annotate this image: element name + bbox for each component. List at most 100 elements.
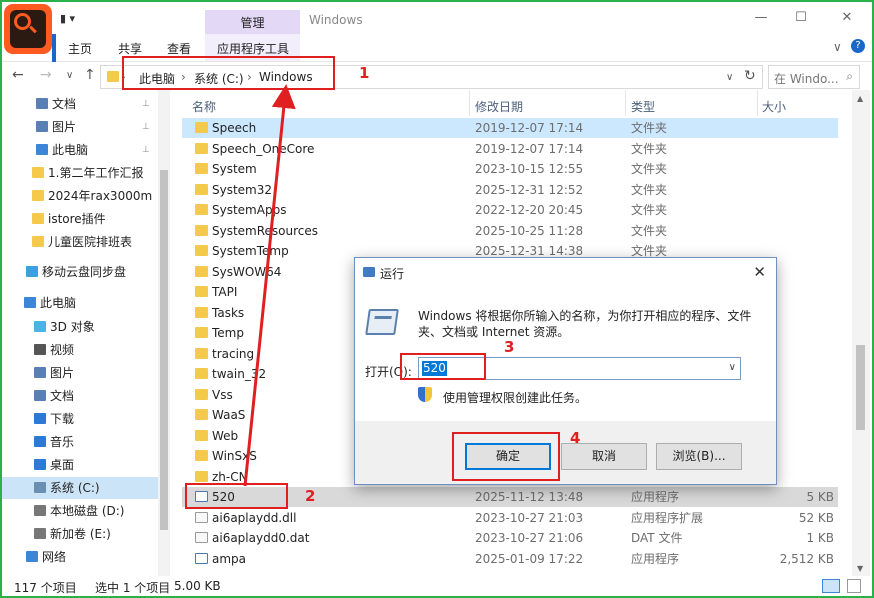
- sidebar-item[interactable]: istore插件: [2, 208, 158, 230]
- sidebar-item-label: 桌面: [50, 458, 75, 472]
- ribbon-collapse-icon[interactable]: ∨: [833, 40, 842, 54]
- details-view-icon[interactable]: [822, 579, 840, 593]
- table-row[interactable]: Speech_OneCore 2019-12-07 17:14 文件夹: [182, 139, 838, 159]
- quick-access-toolbar[interactable]: ▮ ▾: [60, 12, 75, 25]
- tab-home[interactable]: 主页: [68, 40, 92, 57]
- column-divider[interactable]: [469, 90, 470, 116]
- forward-button[interactable]: →: [40, 67, 52, 83]
- sidebar-item[interactable]: 文档: [2, 385, 158, 407]
- folder-icon: [195, 409, 208, 420]
- table-row[interactable]: System32 2025-12-31 12:52 文件夹: [182, 180, 838, 200]
- sidebar-item[interactable]: 新加卷 (E:): [2, 523, 158, 545]
- browse-button[interactable]: 浏览(B)...: [656, 443, 742, 470]
- file-date: 2019-12-07 17:14: [475, 121, 584, 135]
- column-type[interactable]: 类型: [631, 98, 655, 115]
- sidebar-item[interactable]: 视频: [2, 339, 158, 361]
- sidebar-item[interactable]: 移动云盘同步盘: [2, 261, 158, 283]
- scroll-down-icon[interactable]: ▼: [857, 564, 863, 573]
- search-icon: ⌕: [846, 69, 853, 83]
- file-size: 2,512 KB: [779, 551, 834, 566]
- location-icon: [34, 505, 46, 516]
- table-row[interactable]: ai6aplaydd.dll 2023-10-27 21:03 应用程序扩展 52 K…: [182, 508, 838, 528]
- run-dialog-close-button[interactable]: ✕: [753, 263, 766, 281]
- refresh-icon[interactable]: ↻: [744, 68, 756, 84]
- scroll-up-icon[interactable]: ▲: [857, 94, 863, 103]
- folder-icon: [32, 236, 44, 247]
- tab-view[interactable]: 查看: [167, 40, 191, 57]
- file-date: 2025-01-09 17:22: [475, 551, 584, 566]
- table-row[interactable]: System 2023-10-15 12:55 文件夹: [182, 159, 838, 179]
- sidebar-item[interactable]: 图片: [2, 362, 158, 384]
- file-date: 2025-12-31 12:52: [475, 182, 584, 197]
- recent-locations-icon[interactable]: ∨: [66, 70, 73, 81]
- folder-icon: [195, 450, 208, 461]
- sidebar-item[interactable]: 图片 ⊥: [2, 116, 158, 138]
- table-row[interactable]: SystemResources 2025-10-25 11:28 文件夹: [182, 221, 838, 241]
- annotation-number-1: 1: [359, 64, 370, 82]
- sidebar-item[interactable]: 1.第二年工作汇报: [2, 162, 158, 184]
- sidebar-item[interactable]: 此电脑: [2, 292, 158, 314]
- minimize-button[interactable]: —: [748, 10, 774, 30]
- cancel-button[interactable]: 取消: [561, 443, 647, 470]
- location-icon: [34, 482, 46, 493]
- sidebar-item[interactable]: 2024年rax3000m: [2, 185, 158, 207]
- nav-scrollbar[interactable]: [158, 90, 170, 576]
- file-name: System32: [212, 182, 273, 197]
- sidebar-item[interactable]: 文档 ⊥: [2, 93, 158, 115]
- sidebar-item[interactable]: 音乐: [2, 431, 158, 453]
- file-type: 应用程序扩展: [631, 510, 704, 525]
- folder-icon: [195, 122, 208, 133]
- screenshot-app-logo-icon: [4, 4, 52, 54]
- column-name[interactable]: 名称: [192, 98, 216, 115]
- address-dropdown-icon[interactable]: ∨: [726, 72, 733, 83]
- pin-icon[interactable]: ⊥: [142, 139, 150, 161]
- up-button[interactable]: ↑: [84, 67, 96, 83]
- column-size[interactable]: 大小: [762, 98, 786, 115]
- file-name: TAPI: [212, 285, 238, 299]
- sidebar-item[interactable]: 下载: [2, 408, 158, 430]
- annotation-box-file: [185, 483, 288, 509]
- table-row[interactable]: SystemApps 2022-12-20 20:45 文件夹: [182, 200, 838, 220]
- sidebar-item[interactable]: 桌面: [2, 454, 158, 476]
- large-icons-view-icon[interactable]: [847, 579, 861, 593]
- folder-icon: [195, 265, 208, 277]
- back-button[interactable]: ←: [12, 67, 24, 83]
- pin-icon[interactable]: ⊥: [142, 93, 150, 115]
- nav-scrollbar-thumb[interactable]: [160, 170, 168, 530]
- table-row[interactable]: ai6aplaydd0.dat 2023-10-27 21:06 DAT 文件 1 K…: [182, 528, 838, 548]
- file-name: ai6aplaydd.dll: [212, 510, 297, 525]
- pin-icon[interactable]: ⊥: [142, 116, 150, 138]
- sidebar-item-label: 文档: [52, 97, 77, 111]
- sidebar-item-label: 2024年rax3000m: [48, 189, 153, 203]
- context-tab-manage[interactable]: 管理: [205, 10, 300, 36]
- chevron-down-icon[interactable]: ∨: [729, 362, 736, 373]
- folder-icon: [195, 224, 208, 236]
- sidebar-item[interactable]: 儿童医院排班表: [2, 231, 158, 253]
- file-name: Tasks: [212, 305, 245, 320]
- table-row[interactable]: Speech 2019-12-07 17:14 文件夹: [182, 118, 838, 138]
- file-tab[interactable]: [52, 34, 56, 62]
- sidebar-item[interactable]: 此电脑 ⊥: [2, 139, 158, 161]
- file-type: 文件夹: [631, 203, 668, 217]
- file-list-scrollbar[interactable]: ▲ ▼: [852, 90, 870, 576]
- maximize-button[interactable]: ☐: [788, 10, 814, 30]
- close-button[interactable]: ✕: [834, 10, 860, 30]
- run-program-icon: [365, 309, 399, 335]
- tab-app-tools[interactable]: 应用程序工具: [217, 40, 289, 57]
- sidebar-item[interactable]: 本地磁盘 (D:): [2, 500, 158, 522]
- sidebar-item[interactable]: 系统 (C:): [2, 477, 158, 499]
- column-divider[interactable]: [757, 90, 758, 116]
- search-input[interactable]: 在 Windo... ⌕: [768, 65, 860, 89]
- file-list-scrollbar-thumb[interactable]: [856, 345, 865, 430]
- sidebar-item[interactable]: 3D 对象: [2, 316, 158, 338]
- help-icon[interactable]: ?: [851, 39, 865, 53]
- file-date: 2023-10-15 12:55: [475, 162, 584, 176]
- sidebar-item-label: 本地磁盘 (D:): [50, 504, 125, 518]
- sidebar-item-label: 1.第二年工作汇报: [48, 166, 144, 180]
- sidebar-item-label: 文档: [50, 389, 75, 403]
- tab-share[interactable]: 共享: [118, 40, 142, 57]
- column-date[interactable]: 修改日期: [475, 98, 523, 115]
- sidebar-item[interactable]: 网络: [2, 546, 158, 568]
- table-row[interactable]: ampa 2025-01-09 17:22 应用程序 2,512 KB: [182, 549, 838, 569]
- column-divider[interactable]: [625, 90, 626, 116]
